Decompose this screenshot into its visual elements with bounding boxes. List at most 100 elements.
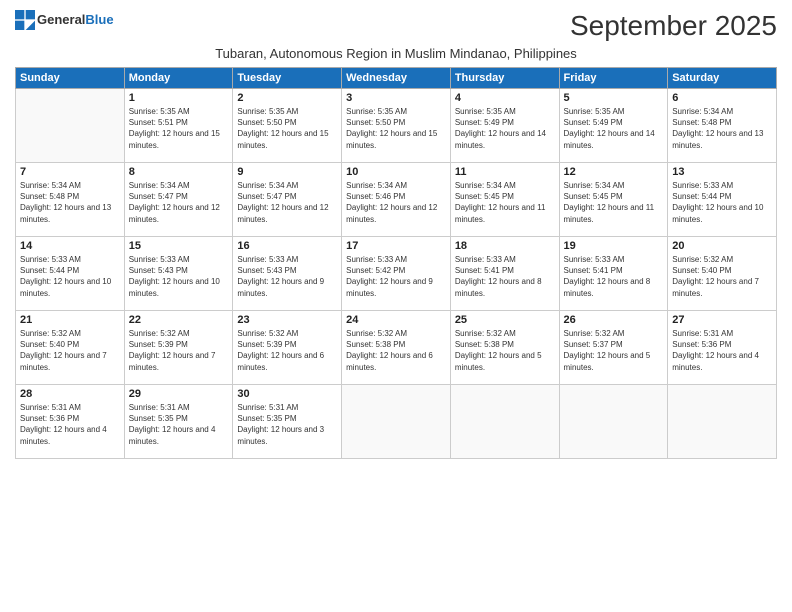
day-number: 10 xyxy=(346,166,446,178)
month-title: September 2025 xyxy=(570,10,777,42)
day-info: Sunrise: 5:33 AM Sunset: 5:44 PM Dayligh… xyxy=(20,254,120,299)
day-cell xyxy=(668,385,777,459)
day-info: Sunrise: 5:32 AM Sunset: 5:39 PM Dayligh… xyxy=(237,328,337,373)
day-cell: 24Sunrise: 5:32 AM Sunset: 5:38 PM Dayli… xyxy=(342,311,451,385)
col-saturday: Saturday xyxy=(668,68,777,89)
week-row-4: 21 Sunrise: 5:32 AM Sunset: 5:40 PM Dayli… xyxy=(16,311,777,385)
day-info: Sunrise: 5:35 AM Sunset: 5:50 PM Dayligh… xyxy=(346,106,446,151)
day-info: Sunrise: 5:32 AM Sunset: 5:39 PM Dayligh… xyxy=(129,328,229,373)
header-row: Sunday Monday Tuesday Wednesday Thursday… xyxy=(16,68,777,89)
col-thursday: Thursday xyxy=(450,68,559,89)
day-number: 25 xyxy=(455,314,555,326)
day-info: Sunrise: 5:35 AM Sunset: 5:50 PM Dayligh… xyxy=(237,106,337,151)
page: GeneralBlue September 2025 Tubaran, Auto… xyxy=(0,0,792,612)
day-number: 27 xyxy=(672,314,772,326)
day-cell: 26Sunrise: 5:32 AM Sunset: 5:37 PM Dayli… xyxy=(559,311,668,385)
day-cell: 16Sunrise: 5:33 AM Sunset: 5:43 PM Dayli… xyxy=(233,237,342,311)
day-info: Sunrise: 5:34 AM Sunset: 5:47 PM Dayligh… xyxy=(129,180,229,225)
day-number: 22 xyxy=(129,314,229,326)
day-cell: 15 Sunrise: 5:33 AM Sunset: 5:43 PM Dayli… xyxy=(124,237,233,311)
subtitle: Tubaran, Autonomous Region in Muslim Min… xyxy=(15,46,777,61)
day-info: Sunrise: 5:35 AM Sunset: 5:49 PM Dayligh… xyxy=(455,106,555,151)
day-number: 6 xyxy=(672,92,772,104)
day-info: Sunrise: 5:33 AM Sunset: 5:42 PM Dayligh… xyxy=(346,254,446,299)
day-cell xyxy=(559,385,668,459)
day-cell: 20 Sunrise: 5:32 AM Sunset: 5:40 PM Dayli… xyxy=(668,237,777,311)
day-info: Sunrise: 5:32 AM Sunset: 5:38 PM Dayligh… xyxy=(346,328,446,373)
day-number: 14 xyxy=(20,240,120,252)
day-info: Sunrise: 5:32 AM Sunset: 5:40 PM Dayligh… xyxy=(20,328,120,373)
day-number: 11 xyxy=(455,166,555,178)
logo-general: General xyxy=(37,12,85,27)
day-cell: 2 Sunrise: 5:35 AM Sunset: 5:50 PM Daylig… xyxy=(233,89,342,163)
day-cell: 9 Sunrise: 5:34 AM Sunset: 5:47 PM Daylig… xyxy=(233,163,342,237)
header: GeneralBlue September 2025 xyxy=(15,10,777,42)
day-cell: 6Sunrise: 5:34 AM Sunset: 5:48 PM Daylig… xyxy=(668,89,777,163)
day-info: Sunrise: 5:32 AM Sunset: 5:37 PM Dayligh… xyxy=(564,328,664,373)
day-info: Sunrise: 5:33 AM Sunset: 5:43 PM Dayligh… xyxy=(129,254,229,299)
day-cell: 3 Sunrise: 5:35 AM Sunset: 5:50 PM Daylig… xyxy=(342,89,451,163)
calendar-table: Sunday Monday Tuesday Wednesday Thursday… xyxy=(15,67,777,459)
day-info: Sunrise: 5:32 AM Sunset: 5:38 PM Dayligh… xyxy=(455,328,555,373)
day-number: 20 xyxy=(672,240,772,252)
day-cell: 17 Sunrise: 5:33 AM Sunset: 5:42 PM Dayli… xyxy=(342,237,451,311)
title-block: September 2025 xyxy=(570,10,777,42)
col-friday: Friday xyxy=(559,68,668,89)
day-number: 18 xyxy=(455,240,555,252)
col-sunday: Sunday xyxy=(16,68,125,89)
day-info: Sunrise: 5:33 AM Sunset: 5:41 PM Dayligh… xyxy=(564,254,664,299)
day-cell: 14 Sunrise: 5:33 AM Sunset: 5:44 PM Dayli… xyxy=(16,237,125,311)
day-cell: 27 Sunrise: 5:31 AM Sunset: 5:36 PM Dayli… xyxy=(668,311,777,385)
day-number: 19 xyxy=(564,240,664,252)
day-info: Sunrise: 5:33 AM Sunset: 5:44 PM Dayligh… xyxy=(672,180,772,225)
day-cell: 30Sunrise: 5:31 AM Sunset: 5:35 PM Dayli… xyxy=(233,385,342,459)
logo-icon xyxy=(15,10,35,30)
day-cell: 5 Sunrise: 5:35 AM Sunset: 5:49 PM Daylig… xyxy=(559,89,668,163)
day-info: Sunrise: 5:35 AM Sunset: 5:51 PM Dayligh… xyxy=(129,106,229,151)
day-info: Sunrise: 5:33 AM Sunset: 5:43 PM Dayligh… xyxy=(237,254,337,299)
week-row-2: 7 Sunrise: 5:34 AM Sunset: 5:48 PM Daylig… xyxy=(16,163,777,237)
day-number: 5 xyxy=(564,92,664,104)
day-cell: 19 Sunrise: 5:33 AM Sunset: 5:41 PM Dayli… xyxy=(559,237,668,311)
day-cell: 4 Sunrise: 5:35 AM Sunset: 5:49 PM Daylig… xyxy=(450,89,559,163)
day-info: Sunrise: 5:34 AM Sunset: 5:47 PM Dayligh… xyxy=(237,180,337,225)
day-info: Sunrise: 5:33 AM Sunset: 5:41 PM Dayligh… xyxy=(455,254,555,299)
day-info: Sunrise: 5:34 AM Sunset: 5:46 PM Dayligh… xyxy=(346,180,446,225)
week-row-3: 14 Sunrise: 5:33 AM Sunset: 5:44 PM Dayli… xyxy=(16,237,777,311)
day-info: Sunrise: 5:32 AM Sunset: 5:40 PM Dayligh… xyxy=(672,254,772,299)
logo-blue: Blue xyxy=(85,12,113,27)
day-number: 17 xyxy=(346,240,446,252)
day-cell: 10 Sunrise: 5:34 AM Sunset: 5:46 PM Dayli… xyxy=(342,163,451,237)
day-number: 7 xyxy=(20,166,120,178)
day-number: 12 xyxy=(564,166,664,178)
day-cell: 12 Sunrise: 5:34 AM Sunset: 5:45 PM Dayli… xyxy=(559,163,668,237)
day-number: 4 xyxy=(455,92,555,104)
day-number: 3 xyxy=(346,92,446,104)
day-info: Sunrise: 5:34 AM Sunset: 5:45 PM Dayligh… xyxy=(564,180,664,225)
day-info: Sunrise: 5:35 AM Sunset: 5:49 PM Dayligh… xyxy=(564,106,664,151)
day-number: 15 xyxy=(129,240,229,252)
day-number: 30 xyxy=(237,388,337,400)
day-cell: 8Sunrise: 5:34 AM Sunset: 5:47 PM Daylig… xyxy=(124,163,233,237)
day-cell xyxy=(450,385,559,459)
day-cell: 13 Sunrise: 5:33 AM Sunset: 5:44 PM Dayli… xyxy=(668,163,777,237)
day-number: 1 xyxy=(129,92,229,104)
day-cell: 25 Sunrise: 5:32 AM Sunset: 5:38 PM Dayli… xyxy=(450,311,559,385)
day-number: 23 xyxy=(237,314,337,326)
week-row-5: 28Sunrise: 5:31 AM Sunset: 5:36 PM Dayli… xyxy=(16,385,777,459)
day-cell xyxy=(342,385,451,459)
logo: GeneralBlue xyxy=(15,10,114,30)
day-info: Sunrise: 5:31 AM Sunset: 5:36 PM Dayligh… xyxy=(672,328,772,373)
day-number: 9 xyxy=(237,166,337,178)
day-number: 13 xyxy=(672,166,772,178)
day-info: Sunrise: 5:34 AM Sunset: 5:48 PM Dayligh… xyxy=(20,180,120,225)
day-cell: 29Sunrise: 5:31 AM Sunset: 5:35 PM Dayli… xyxy=(124,385,233,459)
col-tuesday: Tuesday xyxy=(233,68,342,89)
day-cell: 18 Sunrise: 5:33 AM Sunset: 5:41 PM Dayli… xyxy=(450,237,559,311)
week-row-1: 1 Sunrise: 5:35 AM Sunset: 5:51 PM Daylig… xyxy=(16,89,777,163)
day-number: 21 xyxy=(20,314,120,326)
day-number: 2 xyxy=(237,92,337,104)
day-cell: 22 Sunrise: 5:32 AM Sunset: 5:39 PM Dayli… xyxy=(124,311,233,385)
day-number: 28 xyxy=(20,388,120,400)
day-cell: 11Sunrise: 5:34 AM Sunset: 5:45 PM Dayli… xyxy=(450,163,559,237)
